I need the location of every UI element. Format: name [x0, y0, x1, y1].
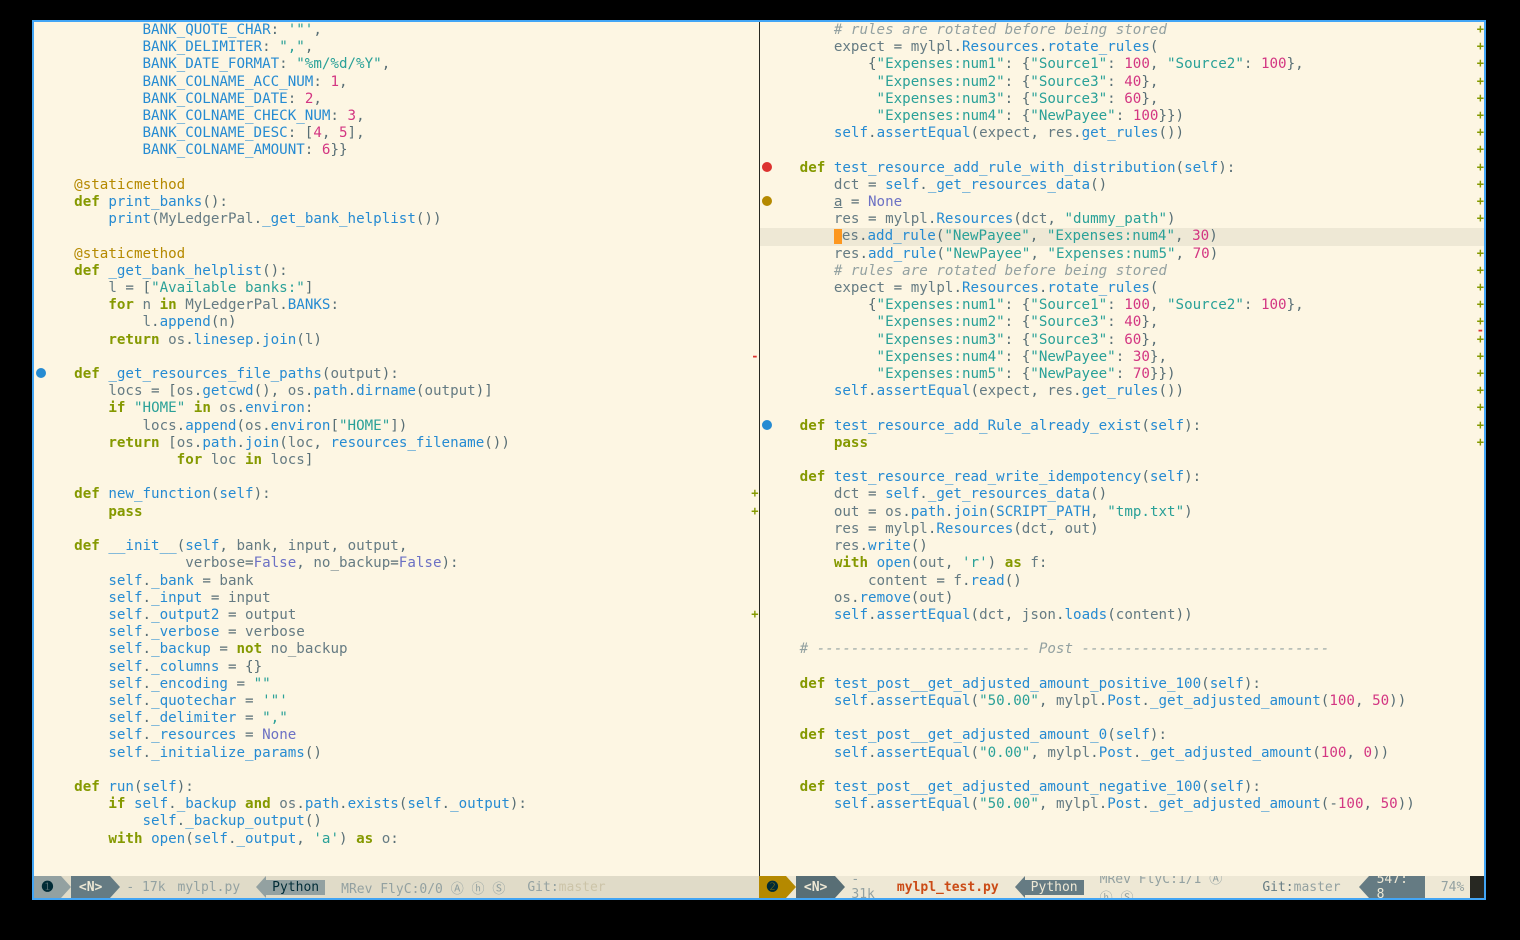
- modeline-left[interactable]: ➊ <N> - 17k mylpl.py Python MRev FlyC:0/…: [34, 876, 759, 898]
- split-panes: +++- BANK_QUOTE_CHAR: '"', BANK_DELIMITE…: [34, 22, 1484, 876]
- minor-modes: MRev FlyC:0/0 Ⓐ ⓗ Ⓢ: [335, 878, 511, 897]
- separator-icon: [61, 876, 71, 898]
- right-code[interactable]: # rules are rotated before being stored …: [760, 22, 1485, 813]
- window-number-icon: ➋: [759, 876, 786, 898]
- separator-icon: [511, 876, 521, 898]
- separator-icon: [110, 876, 120, 898]
- buffer-filename: mylpl_test.py: [891, 880, 1005, 895]
- separator-icon: [1005, 876, 1015, 898]
- separator-icon: [246, 876, 256, 898]
- vc-indicator: Git:master: [521, 880, 611, 895]
- cursor-position: 547: 8: [1369, 876, 1425, 898]
- buffer-filename: mylpl.py: [172, 880, 247, 895]
- separator-icon: [1425, 876, 1435, 898]
- vc-indicator: Git:master: [1256, 880, 1346, 895]
- major-mode: Python: [266, 880, 325, 895]
- left-code[interactable]: BANK_QUOTE_CHAR: '"', BANK_DELIMITER: ",…: [34, 22, 759, 848]
- major-mode: Python: [1025, 880, 1084, 895]
- buffer-size: - 17k: [120, 880, 171, 895]
- separator-icon: [256, 876, 266, 898]
- modeline-row: ➊ <N> - 17k mylpl.py Python MRev FlyC:0/…: [34, 876, 1484, 898]
- separator-icon: [1246, 876, 1256, 898]
- scroll-percent: 74%: [1435, 880, 1470, 895]
- minor-modes: MRev FlyC:1/1 Ⓐ ⓗ Ⓢ: [1094, 876, 1247, 898]
- separator-icon: [1015, 876, 1025, 898]
- evil-state: <N>: [71, 876, 110, 898]
- separator-icon: [786, 876, 796, 898]
- editor-frame: +++- BANK_QUOTE_CHAR: '"', BANK_DELIMITE…: [32, 20, 1486, 900]
- separator-icon: [1359, 876, 1369, 898]
- right-pane[interactable]: -+++++++++++++++++++++++++ # rules are r…: [760, 22, 1485, 876]
- left-pane[interactable]: +++- BANK_QUOTE_CHAR: '"', BANK_DELIMITE…: [34, 22, 760, 876]
- evil-state: <N>: [796, 876, 835, 898]
- modeline-right[interactable]: ➋ <N> - 31k mylpl_test.py Python MRev Fl…: [759, 876, 1484, 898]
- separator-icon: [1084, 876, 1094, 898]
- separator-icon: [325, 876, 335, 898]
- scrollbar-cap: [1470, 876, 1484, 898]
- buffer-size: - 31k: [845, 876, 891, 898]
- separator-icon: [835, 876, 845, 898]
- window-number-icon: ➊: [34, 876, 61, 898]
